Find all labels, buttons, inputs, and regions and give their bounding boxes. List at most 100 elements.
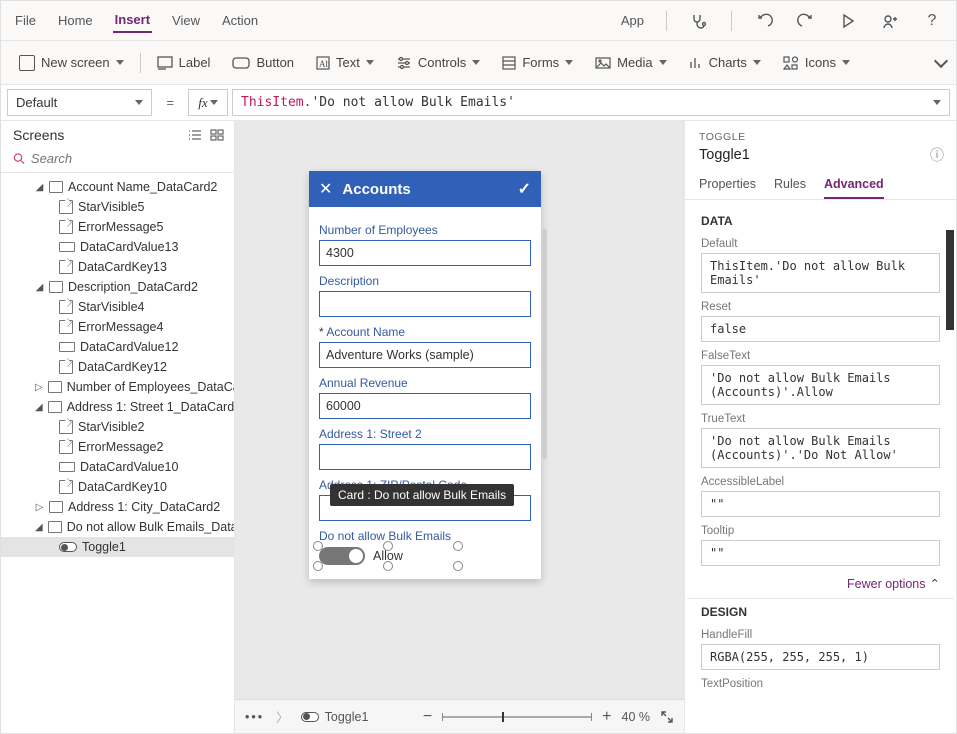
- tree-item[interactable]: ErrorMessage4: [1, 317, 234, 337]
- tab-advanced[interactable]: Advanced: [824, 177, 884, 199]
- breadcrumb[interactable]: Toggle1: [325, 710, 369, 724]
- tree-item[interactable]: DataCardKey12: [1, 357, 234, 377]
- edit-icon: [59, 480, 73, 494]
- button-insert[interactable]: Button: [224, 51, 302, 74]
- tree-item[interactable]: StarVisible5: [1, 197, 234, 217]
- accept-icon[interactable]: ✓: [518, 179, 531, 199]
- tree-search-input[interactable]: [31, 151, 226, 166]
- charts-label: Charts: [709, 55, 747, 70]
- charts-menu[interactable]: Charts: [681, 51, 769, 74]
- field-input[interactable]: [319, 291, 531, 317]
- edit-icon: [59, 300, 73, 314]
- prop-default[interactable]: DefaultThisItem.'Do not allow Bulk Email…: [687, 234, 954, 297]
- tree-item-label: DataCardValue13: [80, 240, 178, 254]
- property-selector[interactable]: Default: [7, 89, 152, 116]
- value-icon: [59, 242, 75, 252]
- chevron-down-icon: [659, 60, 667, 65]
- fx-button[interactable]: fx: [188, 89, 228, 116]
- prop-truetext[interactable]: TrueText'Do not allow Bulk Emails (Accou…: [687, 409, 954, 472]
- value-icon: [59, 462, 75, 472]
- field-input[interactable]: 4300: [319, 240, 531, 266]
- new-screen-button[interactable]: New screen: [11, 51, 132, 75]
- tree-item[interactable]: DataCardKey10: [1, 477, 234, 497]
- zoom-in-button[interactable]: +: [602, 708, 611, 726]
- chevron-down-icon: [135, 100, 143, 105]
- field-input[interactable]: Adventure Works (sample): [319, 342, 531, 368]
- edit-icon: [59, 200, 73, 214]
- tree-item[interactable]: Toggle1: [1, 537, 234, 557]
- forms-menu[interactable]: Forms: [494, 51, 581, 74]
- zoom-out-button[interactable]: −: [423, 708, 432, 726]
- tree-search[interactable]: [1, 147, 234, 173]
- menu-home[interactable]: Home: [56, 9, 95, 32]
- tab-rules[interactable]: Rules: [774, 177, 806, 199]
- field-input[interactable]: 60000: [319, 393, 531, 419]
- tree-item[interactable]: Description_DataCard2: [1, 277, 234, 297]
- share-icon[interactable]: [878, 9, 902, 33]
- chevron-down-icon: [933, 100, 941, 105]
- form-preview[interactable]: ✕ Accounts ✓ Number of Employees4300Desc…: [309, 171, 541, 579]
- grid-view-icon[interactable]: [210, 129, 224, 141]
- diagnostics-icon[interactable]: [687, 9, 711, 33]
- menu-insert[interactable]: Insert: [113, 8, 152, 33]
- label-button[interactable]: Label: [149, 51, 219, 74]
- card-icon: [48, 381, 62, 393]
- tree-item[interactable]: StarVisible4: [1, 297, 234, 317]
- close-icon[interactable]: ✕: [319, 179, 332, 199]
- list-view-icon[interactable]: [188, 129, 202, 141]
- zoom-slider[interactable]: [442, 716, 592, 718]
- tree-item[interactable]: StarVisible2: [1, 417, 234, 437]
- undo-icon[interactable]: [752, 9, 776, 33]
- chevron-down-icon: [565, 60, 573, 65]
- chevron-down-icon: [472, 60, 480, 65]
- tree-item[interactable]: DataCardValue10: [1, 457, 234, 477]
- ribbon-collapse-icon[interactable]: [936, 58, 946, 68]
- tree-item[interactable]: Address 1: City_DataCard2: [1, 497, 234, 517]
- text-label: Text: [336, 55, 360, 70]
- tree-item[interactable]: ErrorMessage2: [1, 437, 234, 457]
- tree-item-label: Address 1: City_DataCard2: [68, 500, 220, 514]
- panel-scrollbar[interactable]: [946, 200, 954, 733]
- prop-textposition[interactable]: TextPosition: [687, 674, 954, 697]
- tree-item[interactable]: Address 1: Street 1_DataCard2: [1, 397, 234, 417]
- tree-item-label: ErrorMessage2: [78, 440, 163, 454]
- toggle-control[interactable]: Allow: [319, 547, 531, 565]
- redo-icon[interactable]: [794, 9, 818, 33]
- field-input[interactable]: [319, 444, 531, 470]
- media-menu[interactable]: Media: [587, 51, 674, 74]
- more-icon[interactable]: •••: [245, 710, 264, 724]
- prop-falsetext[interactable]: FalseText'Do not allow Bulk Emails (Acco…: [687, 346, 954, 409]
- tree-item[interactable]: DataCardKey13: [1, 257, 234, 277]
- tree-item[interactable]: Do not allow Bulk Emails_DataCard2: [1, 517, 234, 537]
- tree-item[interactable]: DataCardValue13: [1, 237, 234, 257]
- tree-item-label: DataCardKey10: [78, 480, 167, 494]
- tree-item[interactable]: Number of Employees_DataCard2: [1, 377, 234, 397]
- tree: Account Name_DataCard2StarVisible5ErrorM…: [1, 173, 234, 733]
- menu-app[interactable]: App: [619, 9, 646, 32]
- text-menu[interactable]: Ab Text: [308, 51, 382, 74]
- icons-menu[interactable]: Icons: [775, 51, 858, 74]
- menu-action[interactable]: Action: [220, 9, 260, 32]
- tab-properties[interactable]: Properties: [699, 177, 756, 199]
- canvas-tooltip: Card : Do not allow Bulk Emails: [330, 484, 514, 506]
- formula-input[interactable]: ThisItem.'Do not allow Bulk Emails': [232, 89, 950, 116]
- fullscreen-icon[interactable]: [660, 710, 674, 724]
- form-scrollbar[interactable]: [542, 229, 547, 459]
- help-icon[interactable]: ⓘ: [930, 145, 944, 165]
- new-screen-label: New screen: [41, 55, 110, 70]
- tree-item[interactable]: Account Name_DataCard2: [1, 177, 234, 197]
- prop-tooltip[interactable]: Tooltip"": [687, 521, 954, 570]
- search-icon: [13, 152, 25, 165]
- menu-file[interactable]: File: [13, 9, 38, 32]
- tree-item[interactable]: DataCardValue12: [1, 337, 234, 357]
- controls-menu[interactable]: Controls: [388, 51, 488, 74]
- play-icon[interactable]: [836, 9, 860, 33]
- prop-handlefill[interactable]: HandleFillRGBA(255, 255, 255, 1): [687, 625, 954, 674]
- tree-item[interactable]: ErrorMessage5: [1, 217, 234, 237]
- prop-reset[interactable]: Resetfalse: [687, 297, 954, 346]
- tree-item-label: DataCardKey13: [78, 260, 167, 274]
- menu-view[interactable]: View: [170, 9, 202, 32]
- fewer-options-link[interactable]: Fewer options ⌃: [847, 577, 940, 592]
- help-icon[interactable]: ?: [920, 9, 944, 33]
- prop-accessiblelabel[interactable]: AccessibleLabel"": [687, 472, 954, 521]
